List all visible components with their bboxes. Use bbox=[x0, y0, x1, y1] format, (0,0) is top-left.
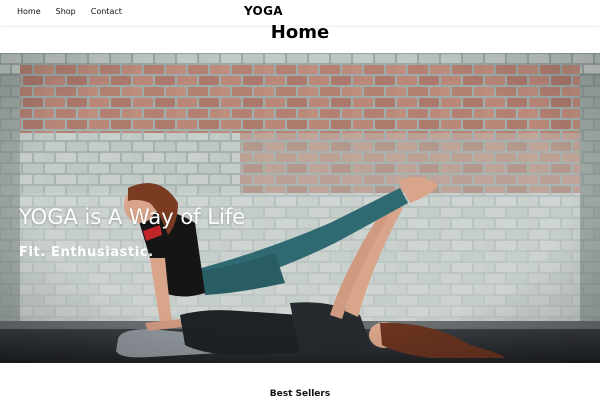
hero-subheading: Fit. Enthusiastic. bbox=[19, 245, 154, 260]
hero-banner: YOGA is A Way of Life Fit. Enthusiastic. bbox=[0, 53, 600, 363]
site-logo[interactable]: YOGA bbox=[244, 4, 283, 18]
nav-link-contact[interactable]: Contact bbox=[91, 7, 122, 16]
site-header: Home Shop Contact YOGA bbox=[0, 0, 600, 25]
page-title: Home bbox=[270, 22, 330, 43]
main-nav: Home Shop Contact bbox=[17, 7, 137, 16]
hero-heading: YOGA is A Way of Life bbox=[19, 205, 246, 229]
nav-link-shop[interactable]: Shop bbox=[56, 7, 76, 16]
best-sellers-heading: Best Sellers bbox=[269, 389, 331, 399]
nav-link-home[interactable]: Home bbox=[17, 7, 41, 16]
